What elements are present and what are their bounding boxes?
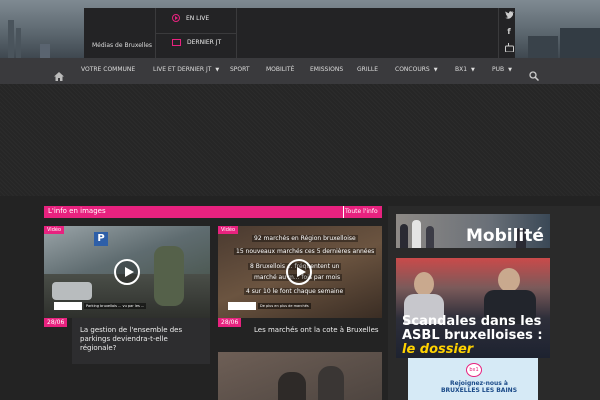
ad-mobilite-title: Mobilité bbox=[466, 226, 544, 246]
tv-icon bbox=[172, 39, 181, 46]
card-date: 28/06 bbox=[218, 318, 242, 327]
card-title[interactable]: Les marchés ont la cote à Bruxelles bbox=[254, 326, 380, 335]
en-live-label: EN LIVE bbox=[186, 14, 210, 22]
dernier-jt-link[interactable]: DERNIER JT bbox=[172, 39, 221, 46]
nav-pub-label: PUB bbox=[492, 66, 505, 73]
nav-pub[interactable]: PUB ▼ bbox=[492, 66, 512, 73]
nav-votre-commune[interactable]: VOTRE COMMUNE bbox=[81, 66, 135, 73]
nav-concours[interactable]: CONCOURS ▼ bbox=[395, 66, 438, 73]
nav-concours-label: CONCOURS bbox=[395, 66, 430, 73]
bx1-logo: bx1 bbox=[466, 363, 482, 377]
header-divider bbox=[498, 8, 499, 58]
header-divider bbox=[236, 8, 237, 58]
chevron-down-icon: ▼ bbox=[471, 67, 475, 73]
overlay-line: 4 sur 10 le font chaque semaine bbox=[244, 288, 346, 295]
play-circle-icon bbox=[172, 14, 180, 22]
video-tag: Vidéo bbox=[218, 226, 239, 234]
brand-label[interactable]: Médias de Bruxelles bbox=[92, 42, 152, 49]
card-image[interactable]: Vidéo 92 marchés en Région bruxelloise 1… bbox=[218, 226, 382, 318]
facebook-icon[interactable]: f bbox=[503, 27, 515, 36]
chevron-down-icon: ▼ bbox=[508, 67, 512, 73]
section-divider bbox=[343, 206, 344, 218]
person-photo bbox=[414, 272, 434, 296]
card-title[interactable]: La gestion de l'ensemble des parkings de… bbox=[80, 326, 206, 353]
nav-bx1-label: BX1 bbox=[455, 66, 468, 73]
dernier-jt-label: DERNIER JT bbox=[187, 39, 222, 46]
card-image[interactable] bbox=[218, 352, 382, 400]
twitter-icon[interactable] bbox=[503, 11, 515, 21]
ad-scandales-line: ASBL bruxelloises : bbox=[402, 328, 543, 343]
ad-scandales-line: Scandales dans les bbox=[402, 314, 542, 329]
nav-emissions[interactable]: EMISSIONS bbox=[310, 66, 343, 73]
overlay-line: 15 nouveaux marchés ces 5 dernières anné… bbox=[234, 248, 377, 255]
person-photo bbox=[498, 268, 520, 292]
search-icon[interactable] bbox=[529, 66, 540, 82]
youtube-icon[interactable] bbox=[503, 43, 515, 54]
nav-live-dernier-jt[interactable]: LIVE ET DERNIER JT ▼ bbox=[153, 66, 219, 73]
card-caption: De plus en plus de marchés bbox=[258, 303, 311, 309]
toute-info-link[interactable]: Toute l'info bbox=[345, 208, 381, 215]
header-box bbox=[84, 8, 515, 58]
ad-scandales-highlight: le dossier bbox=[402, 342, 474, 357]
en-live-link[interactable]: EN LIVE bbox=[172, 14, 209, 22]
section-title: L'info en images bbox=[48, 207, 106, 215]
nav-sport[interactable]: SPORT bbox=[230, 66, 250, 73]
card-caption: Parking bruxellois ... vu par les ... bbox=[84, 303, 147, 309]
nav-live-dernier-jt-label: LIVE ET DERNIER JT bbox=[153, 66, 212, 73]
nav-grille[interactable]: GRILLE bbox=[357, 66, 378, 73]
ad-bx1-text: Rejoignez-nous à BRUXELLES LES BAINS bbox=[440, 380, 518, 394]
banner-area bbox=[0, 84, 600, 196]
play-icon[interactable] bbox=[114, 259, 140, 285]
nav-bx1[interactable]: BX1 ▼ bbox=[455, 66, 475, 73]
card-date: 28/06 bbox=[44, 318, 68, 327]
overlay-line: 92 marchés en Région bruxelloise bbox=[252, 235, 358, 242]
play-icon[interactable] bbox=[286, 259, 312, 285]
home-icon[interactable] bbox=[54, 66, 64, 81]
video-tag: Vidéo bbox=[44, 226, 65, 234]
header-divider bbox=[156, 33, 236, 34]
nav-mobilite[interactable]: MOBILITÉ bbox=[266, 66, 294, 73]
chevron-down-icon: ▼ bbox=[215, 67, 220, 73]
card-image[interactable]: P Parking bruxellois ... vu par les ... … bbox=[44, 226, 210, 318]
chevron-down-icon: ▼ bbox=[433, 67, 438, 73]
